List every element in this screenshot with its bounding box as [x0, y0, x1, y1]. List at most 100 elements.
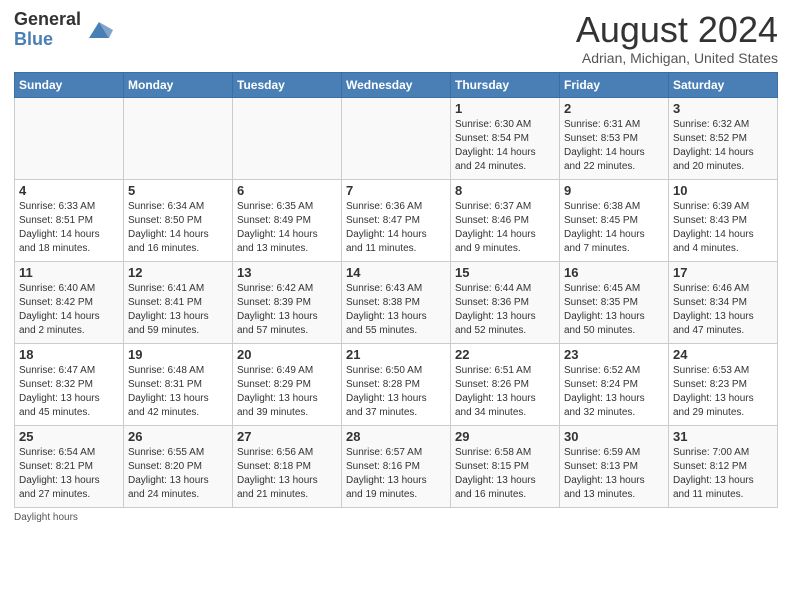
day-number: 10 — [673, 183, 773, 198]
calendar-cell: 12Sunrise: 6:41 AM Sunset: 8:41 PM Dayli… — [124, 261, 233, 343]
calendar-cell: 29Sunrise: 6:58 AM Sunset: 8:15 PM Dayli… — [451, 425, 560, 507]
day-info: Sunrise: 6:49 AM Sunset: 8:29 PM Dayligh… — [237, 364, 337, 420]
calendar-cell: 24 Sunrise: 6:53 AM Sunset: 8:23 PM Dayli… — [669, 343, 778, 425]
calendar-cell: 30 Sunrise: 6:59 AM Sunset: 8:13 PM Dayli… — [560, 425, 669, 507]
calendar-cell: 26 Sunrise: 6:55 AM Sunset: 8:20 PM Dayli… — [124, 425, 233, 507]
calendar-cell: 9 Sunrise: 6:38 AM Sunset: 8:45 PM Daylig… — [560, 179, 669, 261]
calendar-cell: 20 Sunrise: 6:49 AM Sunset: 8:29 PM Dayli… — [233, 343, 342, 425]
day-info: Sunrise: 6:59 AM Sunset: 8:13 PM Dayligh… — [564, 446, 664, 502]
calendar-cell: 8 Sunrise: 6:37 AM Sunset: 8:46 PM Daylig… — [451, 179, 560, 261]
day-number: 6 — [237, 183, 337, 198]
day-number: 21 — [346, 347, 446, 362]
day-info: Sunrise: 6:37 AM Sunset: 8:46 PM Dayligh… — [455, 200, 555, 256]
calendar-cell: 18 Sunrise: 6:47 AM Sunset: 8:32 PM Dayli… — [15, 343, 124, 425]
day-of-week-header: Monday — [124, 72, 233, 97]
calendar-cell: 11Sunrise: 6:40 AM Sunset: 8:42 PM Dayli… — [15, 261, 124, 343]
calendar-cell — [124, 97, 233, 179]
calendar-week-row: 25Sunrise: 6:54 AM Sunset: 8:21 PM Dayli… — [15, 425, 778, 507]
day-info: Sunrise: 6:54 AM Sunset: 8:21 PM Dayligh… — [19, 446, 119, 502]
page-container: General Blue August 2024 Adrian, Michiga… — [0, 0, 792, 531]
calendar-cell: 1 Sunrise: 6:30 AM Sunset: 8:54 PM Daylig… — [451, 97, 560, 179]
calendar-cell — [233, 97, 342, 179]
day-number: 31 — [673, 429, 773, 444]
calendar-cell: 31 Sunrise: 7:00 AM Sunset: 8:12 PM Dayli… — [669, 425, 778, 507]
day-info: Sunrise: 6:57 AM Sunset: 8:16 PM Dayligh… — [346, 446, 446, 502]
day-number: 17 — [673, 265, 773, 280]
day-number: 2 — [564, 101, 664, 116]
day-info: Sunrise: 6:39 AM Sunset: 8:43 PM Dayligh… — [673, 200, 773, 256]
calendar-cell — [15, 97, 124, 179]
day-number: 1 — [455, 101, 555, 116]
calendar-cell: 3 Sunrise: 6:32 AM Sunset: 8:52 PM Daylig… — [669, 97, 778, 179]
day-number: 29 — [455, 429, 555, 444]
day-number: 26 — [128, 429, 228, 444]
day-number: 28 — [346, 429, 446, 444]
day-info: Sunrise: 6:42 AM Sunset: 8:39 PM Dayligh… — [237, 282, 337, 338]
day-info: Sunrise: 6:48 AM Sunset: 8:31 PM Dayligh… — [128, 364, 228, 420]
daylight-label: Daylight hours — [14, 512, 78, 523]
day-number: 15 — [455, 265, 555, 280]
calendar-cell: 4 Sunrise: 6:33 AM Sunset: 8:51 PM Daylig… — [15, 179, 124, 261]
day-info: Sunrise: 6:31 AM Sunset: 8:53 PM Dayligh… — [564, 118, 664, 174]
calendar-cell: 22 Sunrise: 6:51 AM Sunset: 8:26 PM Dayli… — [451, 343, 560, 425]
day-number: 19 — [128, 347, 228, 362]
day-info: Sunrise: 6:33 AM Sunset: 8:51 PM Dayligh… — [19, 200, 119, 256]
day-info: Sunrise: 6:52 AM Sunset: 8:24 PM Dayligh… — [564, 364, 664, 420]
calendar-cell: 14Sunrise: 6:43 AM Sunset: 8:38 PM Dayli… — [342, 261, 451, 343]
calendar-cell: 16Sunrise: 6:45 AM Sunset: 8:35 PM Dayli… — [560, 261, 669, 343]
day-info: Sunrise: 6:55 AM Sunset: 8:20 PM Dayligh… — [128, 446, 228, 502]
calendar-week-row: 1 Sunrise: 6:30 AM Sunset: 8:54 PM Daylig… — [15, 97, 778, 179]
day-info: Sunrise: 6:51 AM Sunset: 8:26 PM Dayligh… — [455, 364, 555, 420]
day-info: Sunrise: 6:34 AM Sunset: 8:50 PM Dayligh… — [128, 200, 228, 256]
location: Adrian, Michigan, United States — [576, 50, 778, 66]
calendar-cell: 10 Sunrise: 6:39 AM Sunset: 8:43 PM Dayli… — [669, 179, 778, 261]
day-number: 30 — [564, 429, 664, 444]
day-number: 8 — [455, 183, 555, 198]
day-info: Sunrise: 6:43 AM Sunset: 8:38 PM Dayligh… — [346, 282, 446, 338]
header: General Blue August 2024 Adrian, Michiga… — [14, 10, 778, 66]
calendar-cell — [342, 97, 451, 179]
day-info: Sunrise: 6:47 AM Sunset: 8:32 PM Dayligh… — [19, 364, 119, 420]
day-number: 27 — [237, 429, 337, 444]
day-of-week-header: Friday — [560, 72, 669, 97]
day-of-week-header: Sunday — [15, 72, 124, 97]
calendar-cell: 2 Sunrise: 6:31 AM Sunset: 8:53 PM Daylig… — [560, 97, 669, 179]
day-number: 20 — [237, 347, 337, 362]
title-block: August 2024 Adrian, Michigan, United Sta… — [576, 10, 778, 66]
day-number: 18 — [19, 347, 119, 362]
day-info: Sunrise: 7:00 AM Sunset: 8:12 PM Dayligh… — [673, 446, 773, 502]
day-number: 3 — [673, 101, 773, 116]
logo-general: General — [14, 10, 81, 30]
day-info: Sunrise: 6:40 AM Sunset: 8:42 PM Dayligh… — [19, 282, 119, 338]
day-info: Sunrise: 6:56 AM Sunset: 8:18 PM Dayligh… — [237, 446, 337, 502]
day-info: Sunrise: 6:38 AM Sunset: 8:45 PM Dayligh… — [564, 200, 664, 256]
day-info: Sunrise: 6:30 AM Sunset: 8:54 PM Dayligh… — [455, 118, 555, 174]
day-number: 22 — [455, 347, 555, 362]
day-info: Sunrise: 6:44 AM Sunset: 8:36 PM Dayligh… — [455, 282, 555, 338]
calendar-week-row: 4 Sunrise: 6:33 AM Sunset: 8:51 PM Daylig… — [15, 179, 778, 261]
day-number: 16 — [564, 265, 664, 280]
calendar-week-row: 11Sunrise: 6:40 AM Sunset: 8:42 PM Dayli… — [15, 261, 778, 343]
logo-blue: Blue — [14, 30, 81, 50]
day-number: 23 — [564, 347, 664, 362]
day-of-week-header: Saturday — [669, 72, 778, 97]
day-info: Sunrise: 6:41 AM Sunset: 8:41 PM Dayligh… — [128, 282, 228, 338]
day-number: 4 — [19, 183, 119, 198]
day-info: Sunrise: 6:32 AM Sunset: 8:52 PM Dayligh… — [673, 118, 773, 174]
logo-icon — [85, 16, 113, 44]
day-info: Sunrise: 6:36 AM Sunset: 8:47 PM Dayligh… — [346, 200, 446, 256]
calendar-week-row: 18 Sunrise: 6:47 AM Sunset: 8:32 PM Dayli… — [15, 343, 778, 425]
calendar-cell: 13Sunrise: 6:42 AM Sunset: 8:39 PM Dayli… — [233, 261, 342, 343]
day-number: 9 — [564, 183, 664, 198]
day-info: Sunrise: 6:50 AM Sunset: 8:28 PM Dayligh… — [346, 364, 446, 420]
logo: General Blue — [14, 10, 113, 50]
calendar-table: SundayMondayTuesdayWednesdayThursdayFrid… — [14, 72, 778, 508]
calendar-cell: 15 Sunrise: 6:44 AM Sunset: 8:36 PM Dayli… — [451, 261, 560, 343]
day-of-week-header: Thursday — [451, 72, 560, 97]
day-info: Sunrise: 6:53 AM Sunset: 8:23 PM Dayligh… — [673, 364, 773, 420]
calendar-cell: 7Sunrise: 6:36 AM Sunset: 8:47 PM Daylig… — [342, 179, 451, 261]
calendar-cell: 27 Sunrise: 6:56 AM Sunset: 8:18 PM Dayli… — [233, 425, 342, 507]
day-number: 5 — [128, 183, 228, 198]
day-number: 24 — [673, 347, 773, 362]
day-info: Sunrise: 6:35 AM Sunset: 8:49 PM Dayligh… — [237, 200, 337, 256]
